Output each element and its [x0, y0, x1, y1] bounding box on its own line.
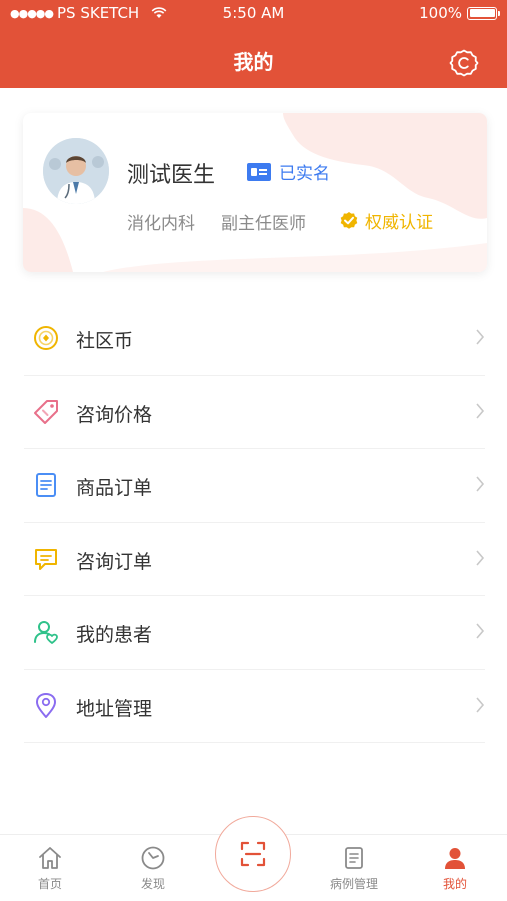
menu-item-consult-orders[interactable]: 咨询订单 [0, 523, 507, 596]
menu-item-community-coin[interactable]: 社区币 [0, 302, 507, 376]
verified-badge: 已实名 [247, 159, 330, 184]
coin-icon [34, 326, 58, 350]
menu-label: 咨询订单 [76, 550, 153, 573]
doctor-avatar[interactable] [43, 138, 109, 204]
chevron-right-icon [476, 696, 485, 713]
certified-check-icon [340, 211, 358, 229]
menu-label: 咨询价格 [76, 403, 153, 426]
tab-case-management[interactable]: 病例管理 [314, 845, 394, 892]
menu-list: 社区币 咨询价格 商品订单 咨询订单 我的患者 地址管理 [0, 302, 507, 743]
location-pin-icon [36, 692, 56, 718]
menu-item-product-orders[interactable]: 商品订单 [0, 449, 507, 523]
tab-label: 病例管理 [329, 877, 378, 891]
battery-icon [467, 6, 500, 20]
page-title: 我的 [233, 50, 274, 74]
avatar-image [43, 138, 109, 204]
scan-icon [240, 841, 266, 867]
tab-home[interactable]: 首页 [10, 845, 90, 892]
tab-discover[interactable]: 发现 [113, 845, 193, 892]
doctor-position: 副主任医师 [221, 214, 306, 234]
document-icon [36, 473, 56, 497]
menu-label: 社区币 [76, 330, 134, 352]
chevron-right-icon [476, 402, 485, 419]
header: ●●●●● PS SKETCH 5:50 AM 100% 我的 [0, 0, 507, 88]
settings-gear-icon[interactable] [449, 48, 479, 78]
chevron-right-icon [476, 476, 485, 492]
menu-label: 我的患者 [76, 624, 153, 646]
chevron-right-icon [476, 549, 485, 566]
tab-label: 我的 [442, 877, 467, 891]
menu-item-consult-price[interactable]: 咨询价格 [0, 376, 507, 449]
divider [24, 742, 485, 743]
menu-label: 地址管理 [76, 697, 153, 720]
status-bar: ●●●●● PS SKETCH 5:50 AM 100% [0, 0, 507, 26]
user-icon [445, 848, 465, 869]
verified-label: 已实名 [279, 164, 330, 184]
authority-badge: 权威认证 [339, 208, 433, 233]
menu-item-address[interactable]: 地址管理 [0, 670, 507, 743]
menu-item-my-patients[interactable]: 我的患者 [0, 596, 507, 670]
chevron-right-icon [476, 329, 485, 345]
menu-label: 商品订单 [76, 477, 153, 499]
authority-label: 权威认证 [365, 213, 433, 233]
chevron-right-icon [476, 623, 485, 639]
tab-label: 发现 [140, 877, 165, 891]
price-tag-icon [34, 399, 58, 424]
scan-button[interactable] [215, 816, 291, 892]
compass-icon [141, 846, 165, 870]
profile-card[interactable]: 测试医生 已实名 消化内科 副主任医师 权威认证 [23, 113, 487, 272]
battery-status: 100% [419, 4, 500, 22]
clipboard-icon [345, 847, 363, 869]
department: 消化内科 [127, 214, 195, 234]
patient-icon [34, 621, 58, 644]
id-card-icon [247, 162, 271, 181]
doctor-name: 测试医生 [127, 163, 216, 188]
home-icon [39, 847, 61, 869]
battery-percent: 100% [419, 4, 462, 22]
tab-mine[interactable]: 我的 [415, 845, 495, 892]
chat-icon [35, 548, 57, 570]
tab-label: 首页 [37, 877, 62, 891]
